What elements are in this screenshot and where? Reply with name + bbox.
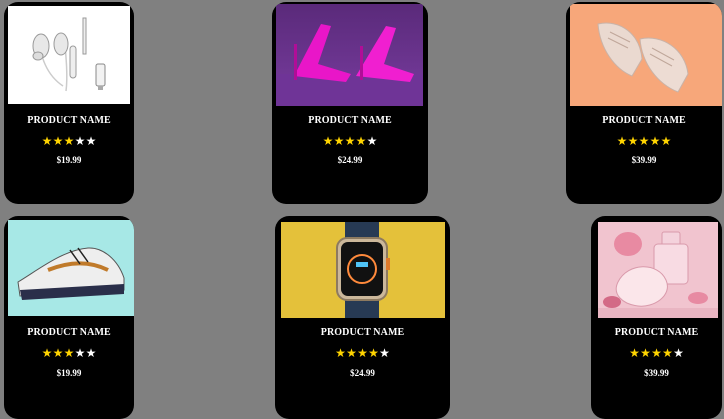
star-empty-icon: ★ xyxy=(85,346,97,360)
product-name: PRODUCT NAME xyxy=(27,327,111,338)
product-card[interactable]: PRODUCT NAME ★★★★★ $39.99 xyxy=(566,2,722,204)
star-filled-icon: ★ xyxy=(52,134,64,148)
star-filled-icon: ★ xyxy=(357,346,368,360)
star-filled-icon: ★ xyxy=(616,134,628,148)
product-price: $19.99 xyxy=(56,368,82,378)
star-filled-icon: ★ xyxy=(63,134,75,148)
product-price: $39.99 xyxy=(631,155,657,165)
star-filled-icon: ★ xyxy=(41,134,53,148)
star-empty-icon: ★ xyxy=(85,134,97,148)
running-shoe-image xyxy=(8,220,134,316)
star-filled-icon: ★ xyxy=(649,134,661,148)
product-card[interactable]: PRODUCT NAME ★★★★★ $19.99 xyxy=(4,216,134,419)
star-filled-icon: ★ xyxy=(638,134,650,148)
star-filled-icon: ★ xyxy=(41,346,53,360)
product-rating: ★★★★★ xyxy=(4,135,134,147)
star-filled-icon: ★ xyxy=(355,134,367,148)
product-price: $24.99 xyxy=(337,155,363,165)
product-price: $19.99 xyxy=(56,155,82,165)
earphones-image xyxy=(8,6,130,104)
product-name: PRODUCT NAME xyxy=(27,115,111,126)
star-filled-icon: ★ xyxy=(335,346,346,360)
product-name: PRODUCT NAME xyxy=(602,115,686,126)
product-card[interactable]: PRODUCT NAME ★★★★★ $24.99 xyxy=(272,2,428,204)
sneakers-peach-image xyxy=(570,4,722,106)
star-empty-icon: ★ xyxy=(366,134,378,148)
star-filled-icon: ★ xyxy=(640,346,651,360)
product-card[interactable]: PRODUCT NAME ★★★★★ $24.99 xyxy=(275,216,450,419)
star-filled-icon: ★ xyxy=(63,346,75,360)
star-filled-icon: ★ xyxy=(346,346,357,360)
product-rating: ★★★★★ xyxy=(275,347,450,359)
product-price: $24.99 xyxy=(350,368,375,378)
star-empty-icon: ★ xyxy=(74,346,86,360)
star-filled-icon: ★ xyxy=(660,134,672,148)
product-price: $39.99 xyxy=(644,368,669,378)
product-card[interactable]: PRODUCT NAME ★★★★★ $19.99 xyxy=(4,2,134,204)
star-filled-icon: ★ xyxy=(368,346,379,360)
smartwatch-image xyxy=(281,222,445,318)
product-name: PRODUCT NAME xyxy=(308,115,392,126)
star-filled-icon: ★ xyxy=(344,134,356,148)
star-filled-icon: ★ xyxy=(662,346,673,360)
star-empty-icon: ★ xyxy=(74,134,86,148)
product-card[interactable]: PRODUCT NAME ★★★★★ $39.99 xyxy=(591,216,722,419)
star-filled-icon: ★ xyxy=(629,346,640,360)
product-rating: ★★★★★ xyxy=(4,347,134,359)
star-filled-icon: ★ xyxy=(651,346,662,360)
perfume-bottle-image xyxy=(598,222,718,318)
star-filled-icon: ★ xyxy=(322,134,334,148)
product-rating: ★★★★★ xyxy=(591,347,722,359)
star-filled-icon: ★ xyxy=(333,134,345,148)
product-rating: ★★★★★ xyxy=(272,135,428,147)
star-empty-icon: ★ xyxy=(673,346,684,360)
product-name: PRODUCT NAME xyxy=(614,327,699,338)
star-filled-icon: ★ xyxy=(627,134,639,148)
product-name: PRODUCT NAME xyxy=(320,327,405,338)
star-filled-icon: ★ xyxy=(52,346,64,360)
star-empty-icon: ★ xyxy=(379,346,390,360)
product-rating: ★★★★★ xyxy=(566,135,722,147)
pink-heels-image xyxy=(276,4,423,106)
